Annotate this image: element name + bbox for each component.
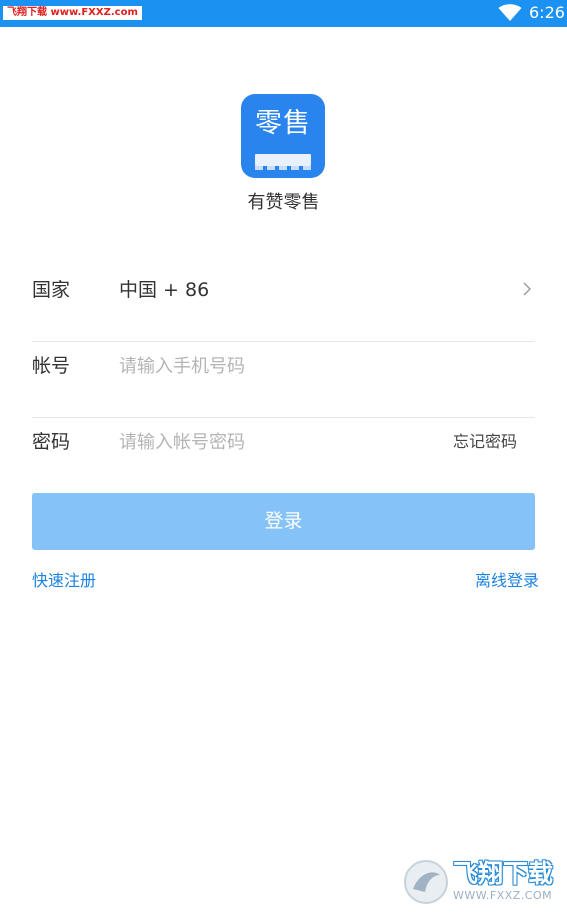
status-bar: 飞翔下载 www.FXXZ.com 6:26 [0, 0, 567, 27]
account-row: 帐号 [32, 341, 535, 418]
app-logo: 零售 [241, 94, 325, 178]
password-label: 密码 [32, 431, 71, 453]
country-row[interactable]: 国家 中国 + 86 [32, 265, 535, 342]
watermark-logo-icon [404, 860, 448, 904]
corner-watermark: 飞翔下载 WWW.FXXZ.COM [401, 857, 557, 907]
login-screen: 飞翔下载 www.FXXZ.com 6:26 零售 有赞零售 国家 中国 + 8… [0, 0, 567, 916]
offline-login-link[interactable]: 离线登录 [475, 569, 539, 593]
password-input[interactable] [119, 429, 419, 455]
wifi-icon [498, 4, 522, 21]
shop-counter-ticks [255, 166, 311, 170]
corner-watermark-subtitle: WWW.FXXZ.COM [453, 889, 553, 902]
status-time: 6:26 [529, 3, 565, 22]
forgot-password-link[interactable]: 忘记密码 [453, 417, 517, 467]
password-row: 密码 忘记密码 [32, 417, 535, 494]
shop-counter-icon [255, 154, 311, 166]
phone-input[interactable] [119, 353, 419, 379]
status-watermark: 飞翔下载 www.FXXZ.com [3, 6, 142, 20]
register-link[interactable]: 快速注册 [32, 569, 96, 593]
login-button[interactable]: 登录 [32, 493, 535, 550]
country-value: 中国 + 86 [119, 279, 210, 301]
country-label: 国家 [32, 279, 71, 301]
chevron-right-icon [523, 282, 531, 296]
account-label: 帐号 [32, 355, 71, 377]
app-name: 有赞零售 [247, 192, 320, 213]
app-logo-text: 零售 [255, 108, 311, 139]
corner-watermark-title: 飞翔下载 [453, 859, 554, 888]
